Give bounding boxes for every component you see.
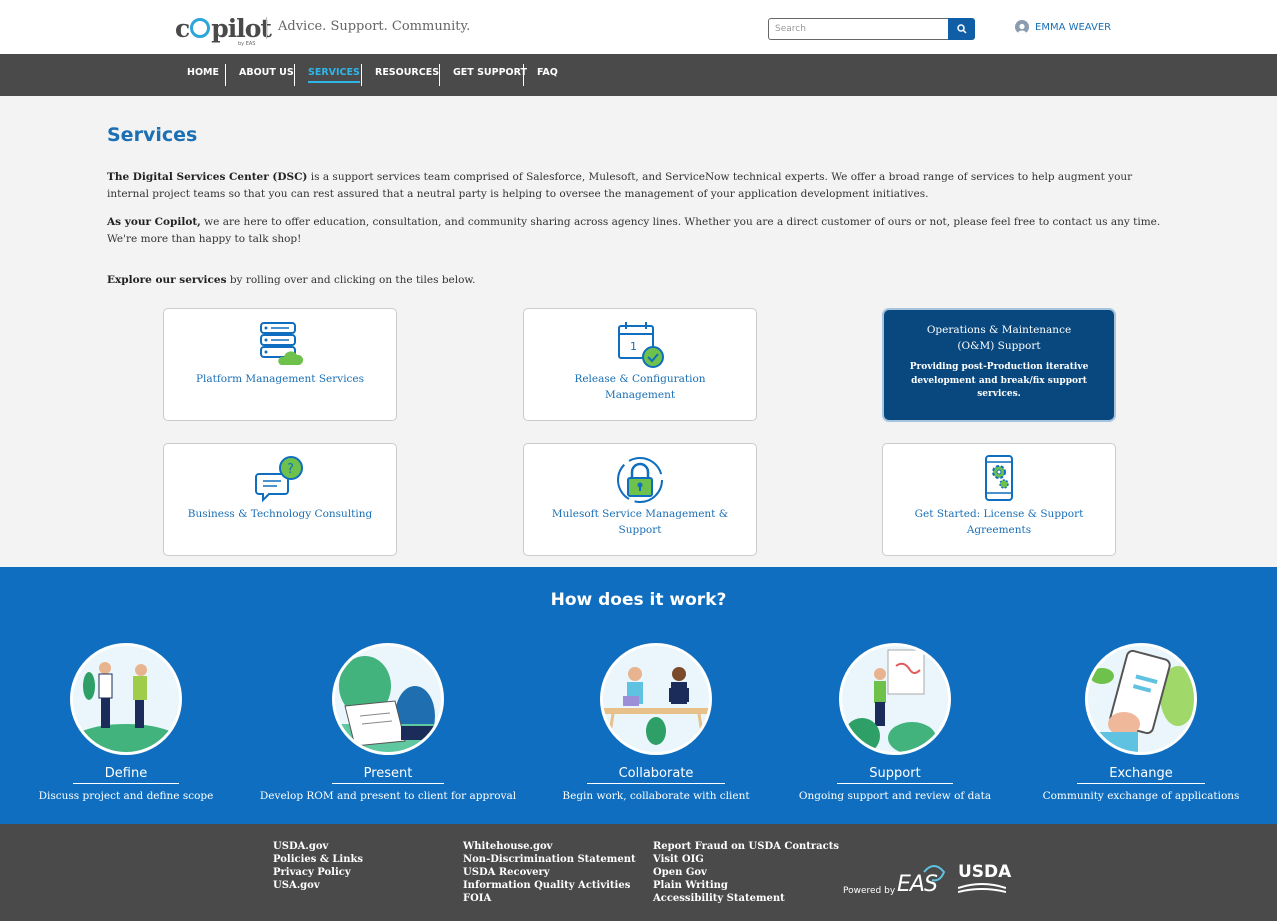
footer-link[interactable]: USA.gov bbox=[273, 879, 363, 892]
search-button[interactable] bbox=[948, 18, 975, 40]
exchange-illustration bbox=[1085, 643, 1197, 755]
step-support[interactable]: Support Ongoing support and review of da… bbox=[775, 643, 1015, 802]
usda-logo[interactable]: USDA bbox=[958, 862, 1011, 882]
step-name: Collaborate bbox=[586, 766, 726, 784]
step-define[interactable]: Define Discuss project and define scope bbox=[6, 643, 246, 802]
support-illustration bbox=[839, 643, 951, 755]
present-illustration bbox=[332, 643, 444, 755]
copilot-text: we are here to offer education, consulta… bbox=[107, 216, 1161, 245]
tile-description: Providing post-Production iterative deve… bbox=[909, 362, 1089, 399]
nav-faq[interactable]: FAQ bbox=[537, 67, 558, 78]
nav-get-support[interactable]: GET SUPPORT bbox=[453, 67, 527, 78]
tile-mulesoft-service[interactable]: Mulesoft Service Management & Support bbox=[523, 443, 757, 556]
svg-text:1: 1 bbox=[630, 340, 637, 353]
tile-label: Mulesoft Service Management & Support bbox=[551, 508, 729, 536]
nav-home[interactable]: HOME bbox=[187, 67, 219, 78]
footer-link[interactable]: FOIA bbox=[463, 892, 636, 905]
step-description: Ongoing support and review of data bbox=[798, 790, 992, 802]
explore-text: by rolling over and clicking on the tile… bbox=[226, 274, 476, 286]
footer-link[interactable]: Privacy Policy bbox=[273, 866, 363, 879]
step-collaborate[interactable]: Collaborate Begin work, collaborate with… bbox=[536, 643, 776, 802]
how-it-works-section: How does it work? Define Discuss project… bbox=[0, 567, 1277, 824]
footer-link[interactable]: Non-Discrimination Statement bbox=[463, 853, 636, 866]
step-name: Exchange bbox=[1077, 766, 1205, 784]
tile-release-configuration[interactable]: 1 Release & Configuration Management bbox=[523, 308, 757, 421]
nav-separator bbox=[439, 64, 440, 86]
copilot-logo[interactable]: c pilot by EAS bbox=[175, 12, 272, 48]
mobile-gear-icon bbox=[985, 455, 1013, 501]
step-name: Support bbox=[837, 766, 953, 784]
nav-separator bbox=[294, 64, 295, 86]
footer-column-2: Whitehouse.gov Non-Discrimination Statem… bbox=[463, 840, 636, 905]
logo-divider bbox=[266, 17, 267, 39]
calendar-clock-icon: 1 bbox=[618, 322, 664, 368]
footer-column-3: Report Fraud on USDA Contracts Visit OIG… bbox=[653, 840, 839, 905]
how-title: How does it work? bbox=[550, 590, 727, 610]
tile-business-consulting[interactable]: ? Business & Technology Consulting bbox=[163, 443, 397, 556]
step-description: Begin work, collaborate with client bbox=[562, 790, 750, 802]
site-header: c pilot by EAS Advice. Support. Community… bbox=[0, 0, 1277, 54]
eas-swoosh-icon bbox=[923, 865, 946, 882]
explore-bold: Explore our services bbox=[107, 274, 227, 286]
footer-link[interactable]: USDA.gov bbox=[273, 840, 363, 853]
explore-paragraph: Explore our services by rolling over and… bbox=[107, 272, 1177, 289]
main-nav: HOME ABOUT US SERVICES RESOURCES GET SUP… bbox=[0, 54, 1277, 96]
search-icon bbox=[956, 24, 967, 34]
footer-link[interactable]: USDA Recovery bbox=[463, 866, 636, 879]
step-description: Develop ROM and present to client for ap… bbox=[259, 790, 517, 802]
powered-by-label: Powered by bbox=[843, 886, 896, 896]
define-illustration bbox=[70, 643, 182, 755]
tile-title: Operations & Maintenance (O&M) Support bbox=[926, 324, 1072, 352]
nav-resources[interactable]: RESOURCES bbox=[375, 67, 439, 78]
page-title: Services bbox=[107, 124, 198, 146]
logo-sub: by EAS bbox=[238, 41, 256, 47]
nav-separator bbox=[523, 64, 524, 86]
logo-circle-icon bbox=[190, 18, 211, 38]
logo-text: c pilot bbox=[175, 13, 272, 43]
user-menu[interactable]: EMMA WEAVER bbox=[1015, 20, 1111, 34]
nav-services[interactable]: SERVICES bbox=[308, 67, 360, 83]
user-avatar-icon bbox=[1015, 20, 1029, 34]
tile-platform-management[interactable]: Platform Management Services bbox=[163, 308, 397, 421]
footer-link[interactable]: Information Quality Activities bbox=[463, 879, 636, 892]
copilot-paragraph: As your Copilot, we are here to offer ed… bbox=[107, 214, 1177, 247]
step-name: Define bbox=[72, 766, 180, 784]
site-footer: USDA.gov Policies & Links Privacy Policy… bbox=[0, 824, 1277, 921]
nav-separator bbox=[225, 64, 226, 86]
usda-field-icon bbox=[958, 883, 1006, 893]
tile-label: Get Started: License & Support Agreement… bbox=[914, 508, 1084, 536]
intro-bold: The Digital Services Center (DSC) bbox=[107, 171, 308, 183]
tile-label: Platform Management Services bbox=[195, 373, 365, 385]
nav-separator bbox=[361, 64, 362, 86]
intro-paragraph: The Digital Services Center (DSC) is a s… bbox=[107, 169, 1177, 202]
footer-link[interactable]: Policies & Links bbox=[273, 853, 363, 866]
chat-question-icon: ? bbox=[255, 456, 303, 503]
collaborate-illustration bbox=[600, 643, 712, 755]
step-description: Community exchange of applications bbox=[1042, 790, 1240, 802]
footer-link[interactable]: Plain Writing bbox=[653, 879, 839, 892]
step-name: Present bbox=[331, 766, 445, 784]
footer-link[interactable]: Whitehouse.gov bbox=[463, 840, 636, 853]
step-exchange[interactable]: Exchange Community exchange of applicati… bbox=[1021, 643, 1261, 802]
svg-text:?: ? bbox=[287, 462, 294, 477]
tile-label: Business & Technology Consulting bbox=[187, 508, 373, 520]
footer-link[interactable]: Report Fraud on USDA Contracts bbox=[653, 840, 839, 853]
tagline: Advice. Support. Community. bbox=[278, 19, 471, 34]
footer-column-1: USDA.gov Policies & Links Privacy Policy… bbox=[273, 840, 363, 892]
copilot-bold: As your Copilot, bbox=[107, 216, 201, 228]
step-present[interactable]: Present Develop ROM and present to clien… bbox=[260, 643, 516, 802]
footer-link[interactable]: Visit OIG bbox=[653, 853, 839, 866]
tile-label: Release & Configuration Management bbox=[574, 373, 706, 401]
footer-link[interactable]: Accessibility Statement bbox=[653, 892, 839, 905]
server-cloud-icon bbox=[260, 322, 304, 365]
step-description: Discuss project and define scope bbox=[38, 790, 214, 802]
search-input[interactable] bbox=[768, 18, 949, 40]
footer-link[interactable]: Open Gov bbox=[653, 866, 839, 879]
tile-operations-maintenance[interactable]: Operations & Maintenance (O&M) Support P… bbox=[884, 310, 1114, 420]
tile-get-started[interactable]: Get Started: License & Support Agreement… bbox=[882, 443, 1116, 556]
nav-about-us[interactable]: ABOUT US bbox=[239, 67, 294, 78]
user-name: EMMA WEAVER bbox=[1035, 21, 1112, 33]
lock-icon bbox=[617, 457, 663, 503]
